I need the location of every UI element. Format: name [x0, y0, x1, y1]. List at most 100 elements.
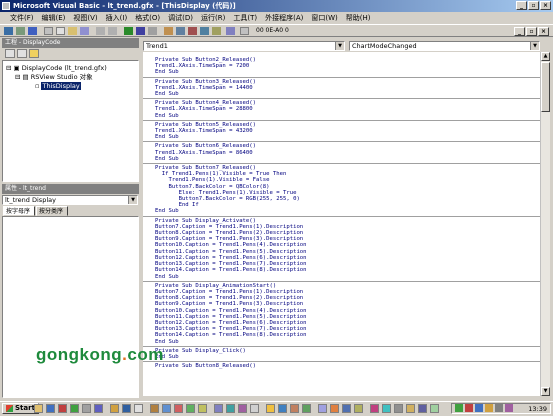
scroll-up-icon[interactable]: ▲	[541, 52, 550, 61]
taskbar-icon-16[interactable]	[226, 404, 235, 413]
chevron-down-icon[interactable]: ▼	[128, 196, 137, 204]
close-button[interactable]: ×	[540, 1, 551, 10]
code-line[interactable]: End Sub	[143, 156, 540, 162]
redo-icon[interactable]	[108, 27, 117, 35]
object-combo[interactable]: Trend1 ▼	[143, 41, 345, 51]
code-line[interactable]: End Sub	[143, 134, 540, 140]
reset-icon[interactable]	[148, 27, 157, 35]
tab-categorized[interactable]: 按分类序	[36, 206, 68, 216]
taskbar-icon-6[interactable]	[94, 404, 103, 413]
code-line[interactable]: End Sub	[143, 91, 540, 97]
taskbar-icon-4[interactable]	[70, 404, 79, 413]
cut-icon[interactable]	[44, 27, 53, 35]
taskbar-icon-19[interactable]	[266, 404, 275, 413]
taskbar-icon-8[interactable]	[122, 404, 131, 413]
properties-object-combo[interactable]: lt_trend Display ▼	[2, 195, 138, 205]
tray-icon-6[interactable]	[505, 404, 513, 412]
tree-item-rsview-objects[interactable]: ⊟ ▤ RSView Studio 对象	[15, 73, 93, 82]
taskbar-icon-27[interactable]	[370, 404, 379, 413]
taskbar-icon-13[interactable]	[186, 404, 195, 413]
design-mode-icon[interactable]	[164, 27, 173, 35]
taskbar-icon-14[interactable]	[198, 404, 207, 413]
chevron-down-icon[interactable]: ▼	[530, 42, 539, 50]
view-code-icon[interactable]	[5, 49, 15, 58]
tree-item-thisdisplay[interactable]: ▫ ThisDisplay	[35, 82, 81, 91]
tab-alphabetic[interactable]: 按字母序	[3, 206, 35, 216]
code-line[interactable]: Private Sub Button8_Released()	[143, 363, 540, 369]
minimize-button[interactable]: _	[516, 1, 527, 10]
view-object-icon[interactable]	[4, 27, 13, 35]
taskbar-icon-28[interactable]	[382, 404, 391, 413]
taskbar-icon-7[interactable]	[110, 404, 119, 413]
taskbar-icon-21[interactable]	[290, 404, 299, 413]
taskbar-icon-17[interactable]	[238, 404, 247, 413]
taskbar-icon-29[interactable]	[394, 404, 403, 413]
taskbar-icon-24[interactable]	[330, 404, 339, 413]
undo-icon[interactable]	[96, 27, 105, 35]
insert-icon[interactable]	[16, 27, 25, 35]
menu-format[interactable]: 格式(O)	[131, 13, 164, 23]
code-editor[interactable]: Private Sub Button2_Released() Trend1.XAx…	[143, 52, 540, 396]
child-minimize-button[interactable]: _	[514, 27, 525, 36]
menu-run[interactable]: 运行(R)	[197, 13, 229, 23]
taskbar-icon-3[interactable]	[58, 404, 67, 413]
taskbar-icon-20[interactable]	[278, 404, 287, 413]
taskbar-icon-23[interactable]	[318, 404, 327, 413]
taskbar-icon-32[interactable]	[430, 404, 439, 413]
procedure-combo[interactable]: ChartModeChanged ▼	[349, 41, 540, 51]
tray-icon-4[interactable]	[485, 404, 493, 412]
code-line[interactable]: End Sub	[143, 274, 540, 280]
taskbar-icon-26[interactable]	[354, 404, 363, 413]
run-icon[interactable]	[124, 27, 133, 35]
taskbar-icon-2[interactable]	[46, 404, 55, 413]
menu-debug[interactable]: 调试(D)	[164, 13, 197, 23]
menu-edit[interactable]: 编辑(E)	[38, 13, 70, 23]
taskbar-icon-22[interactable]	[302, 404, 311, 413]
find-icon[interactable]	[80, 27, 89, 35]
menu-view[interactable]: 视图(V)	[69, 13, 101, 23]
paste-icon[interactable]	[68, 27, 77, 35]
taskbar-icon-12[interactable]	[174, 404, 183, 413]
taskbar-icon-1[interactable]	[34, 404, 43, 413]
code-line[interactable]: End Sub	[143, 354, 540, 360]
taskbar-icon-11[interactable]	[162, 404, 171, 413]
help-icon[interactable]	[226, 27, 235, 35]
menu-tools[interactable]: 工具(T)	[229, 13, 261, 23]
taskbar-icon-30[interactable]	[406, 404, 415, 413]
menu-help[interactable]: 帮助(H)	[342, 13, 375, 23]
taskbar-icon-5[interactable]	[82, 404, 91, 413]
tray-icon-5[interactable]	[495, 404, 503, 412]
tree-item-project[interactable]: ⊟ ▣ DisplayCode (lt_trend.gfx)	[6, 64, 107, 73]
object-browser-icon[interactable]	[200, 27, 209, 35]
break-icon[interactable]	[136, 27, 145, 35]
toggle-folders-icon[interactable]	[29, 49, 39, 58]
properties-window-icon[interactable]	[188, 27, 197, 35]
tray-icon-1[interactable]	[455, 404, 463, 412]
menu-insert[interactable]: 插入(I)	[102, 13, 132, 23]
chevron-down-icon[interactable]: ▼	[335, 42, 344, 50]
child-restore-button[interactable]: ▫	[526, 27, 537, 36]
taskbar-icon-25[interactable]	[342, 404, 351, 413]
scroll-thumb[interactable]	[541, 62, 550, 112]
taskbar-icon-15[interactable]	[214, 404, 223, 413]
save-icon[interactable]	[28, 27, 37, 35]
taskbar-icon-31[interactable]	[418, 404, 427, 413]
menu-file[interactable]: 文件(F)	[6, 13, 38, 23]
child-close-button[interactable]: ×	[538, 27, 549, 36]
taskbar-icon-9[interactable]	[134, 404, 143, 413]
restore-button[interactable]: ▫	[528, 1, 539, 10]
view-object-icon[interactable]	[17, 49, 27, 58]
code-line[interactable]: End Sub	[143, 113, 540, 119]
tray-icon-3[interactable]	[475, 404, 483, 412]
menu-addins[interactable]: 外接程序(A)	[261, 13, 307, 23]
code-scrollbar[interactable]: ▲ ▼	[540, 52, 550, 396]
copy-icon[interactable]	[56, 27, 65, 35]
taskbar-icon-10[interactable]	[150, 404, 159, 413]
menu-window[interactable]: 窗口(W)	[307, 13, 341, 23]
toolbox-icon[interactable]	[212, 27, 221, 35]
code-line[interactable]: End Sub	[143, 208, 540, 214]
tray-icon-2[interactable]	[465, 404, 473, 412]
project-explorer-icon[interactable]	[176, 27, 185, 35]
code-line[interactable]: End Sub	[143, 69, 540, 75]
code-line[interactable]: End Sub	[143, 339, 540, 345]
